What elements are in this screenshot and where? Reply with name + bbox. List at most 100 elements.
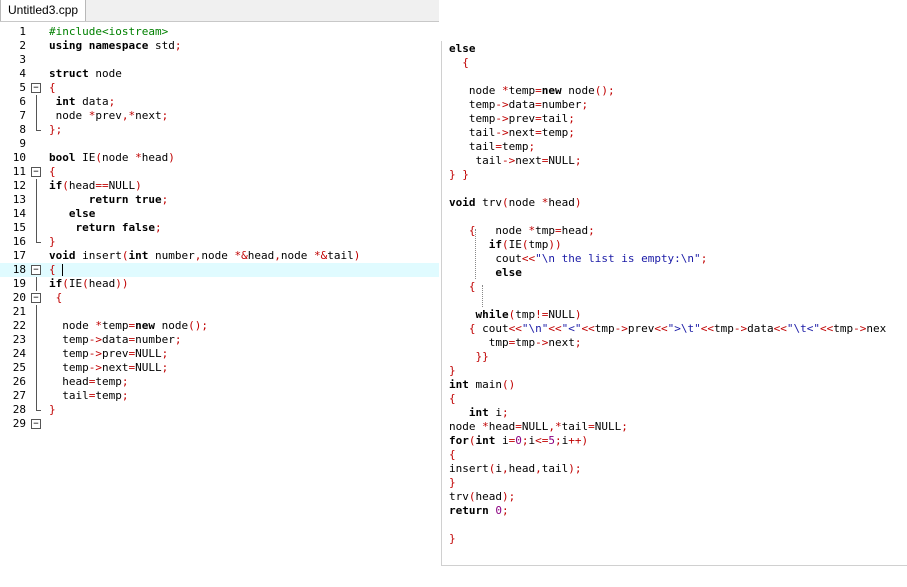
code-line[interactable]: 26 head=temp; (0, 375, 439, 389)
code-text: } (49, 403, 56, 416)
code-line[interactable]: 18−{ (0, 263, 439, 277)
code-text: temp->prev=NULL; (49, 347, 169, 360)
code-text: tail=temp; (49, 389, 129, 402)
code-line[interactable]: 20− { (0, 291, 439, 305)
fold-line (36, 389, 37, 403)
line-number: 4 (19, 67, 26, 80)
code-line[interactable]: 23 temp->data=number; (0, 333, 439, 347)
code-line[interactable]: 7 node *prev,*next; (0, 109, 439, 123)
fold-gutter (31, 277, 43, 291)
code-text: }} (475, 350, 489, 363)
code-text: { (55, 291, 63, 304)
fold-line (36, 193, 37, 207)
code-line[interactable]: 19 if(IE(head)) (0, 277, 439, 291)
indent-guide (475, 229, 476, 279)
code-line[interactable]: 10 bool IE(node *head) (0, 151, 439, 165)
tab-untitled3-cpp[interactable]: Untitled3.cpp (0, 0, 86, 21)
line-number: 2 (19, 39, 26, 52)
code-text: temp->prev=tail; (449, 112, 575, 125)
code-text: } (449, 532, 456, 545)
line-number: 11 (12, 165, 26, 178)
line-number: 23 (12, 333, 26, 346)
fold-gutter: − (31, 263, 43, 277)
fold-gutter: − (31, 165, 43, 179)
fold-gutter: − (31, 291, 43, 305)
fold-toggle-icon[interactable]: − (31, 83, 41, 93)
code-line[interactable]: 12 if(head==NULL) (0, 179, 439, 193)
code-line[interactable]: 29− (0, 417, 439, 431)
fold-gutter (31, 319, 43, 333)
code-text: { node *tmp=head; (468, 224, 595, 237)
fold-gutter (31, 67, 43, 81)
code-line[interactable]: 16} (0, 235, 439, 249)
fold-gutter (31, 305, 43, 319)
fold-toggle-icon[interactable]: − (31, 167, 41, 177)
code-line[interactable]: 25 temp->next=NULL; (0, 361, 439, 375)
line-number: 29 (12, 417, 26, 430)
code-text: temp->data=number; (49, 333, 182, 346)
code-line[interactable]: 17 void insert(int number,node *&head,nod… (0, 249, 439, 263)
code-line[interactable]: 11−{ (0, 165, 439, 179)
code-text: tail->next=NULL; (449, 154, 582, 167)
code-text: if(IE(tmp)) (488, 238, 562, 251)
code-line[interactable]: 15 return false; (0, 221, 439, 235)
fold-line (36, 179, 37, 193)
code-text: #include<iostream> (49, 25, 169, 38)
fold-line (36, 207, 37, 221)
code-line[interactable]: 4 struct node (0, 67, 439, 81)
code-text: { (462, 56, 469, 69)
fold-line (36, 305, 37, 319)
code-text: temp->next=NULL; (49, 361, 169, 374)
code-text: else (68, 207, 96, 220)
line-number: 8 (19, 123, 26, 136)
fold-gutter (31, 389, 43, 403)
fold-gutter (31, 347, 43, 361)
fold-toggle-icon[interactable]: − (31, 265, 41, 275)
code-text: } (449, 476, 456, 489)
code-text: { (49, 81, 56, 94)
fold-line (36, 375, 37, 389)
code-text: }; (49, 123, 63, 136)
code-text: bool IE(node *head) (49, 151, 175, 164)
text-cursor (62, 264, 64, 276)
fold-gutter (31, 109, 43, 123)
code-text: } } (449, 168, 469, 181)
code-line[interactable]: 14 else (0, 207, 439, 221)
code-line[interactable]: 2 using namespace std; (0, 39, 439, 53)
code-editor-right[interactable]: else { node *temp=new node(); temp->data… (441, 41, 907, 566)
code-line[interactable]: 5−{ (0, 81, 439, 95)
code-line[interactable]: 3 (0, 53, 439, 67)
code-text: { cout<<"\n"<<"<"<<tmp->prev<<">\t"<<tmp… (468, 322, 887, 335)
code-line[interactable]: 1 #include<iostream> (0, 25, 439, 39)
code-line[interactable]: 9 (0, 137, 439, 151)
code-line[interactable]: 28} (0, 403, 439, 417)
code-line[interactable]: 21 (0, 305, 439, 319)
fold-gutter (31, 193, 43, 207)
line-number: 1 (19, 25, 26, 38)
code-text: { (449, 448, 456, 461)
line-number: 22 (12, 319, 26, 332)
code-line[interactable]: 8}; (0, 123, 439, 137)
fold-end-tick (36, 130, 41, 131)
code-text: insert(i,head,tail); (449, 462, 582, 475)
line-number: 16 (12, 235, 26, 248)
code-text: using namespace std; (49, 39, 182, 52)
line-number: 27 (12, 389, 26, 402)
line-number: 3 (19, 53, 26, 66)
fold-gutter (31, 375, 43, 389)
line-number: 21 (12, 305, 26, 318)
code-text: { (468, 280, 476, 293)
code-text: } (49, 235, 56, 248)
code-line[interactable]: 22 node *temp=new node(); (0, 319, 439, 333)
fold-toggle-icon[interactable]: − (31, 293, 41, 303)
code-text: temp->data=number; (449, 98, 589, 111)
line-number: 9 (19, 137, 26, 150)
code-line[interactable]: 13 return true; (0, 193, 439, 207)
code-line[interactable]: 24 temp->prev=NULL; (0, 347, 439, 361)
fold-toggle-icon[interactable]: − (31, 419, 41, 429)
code-editor-left[interactable]: 1 #include<iostream> 2 using namespace std;… (0, 22, 439, 435)
code-line[interactable]: 27 tail=temp; (0, 389, 439, 403)
code-text: struct node (49, 67, 122, 80)
code-line[interactable]: 6 int data; (0, 95, 439, 109)
code-text: else (495, 266, 522, 279)
